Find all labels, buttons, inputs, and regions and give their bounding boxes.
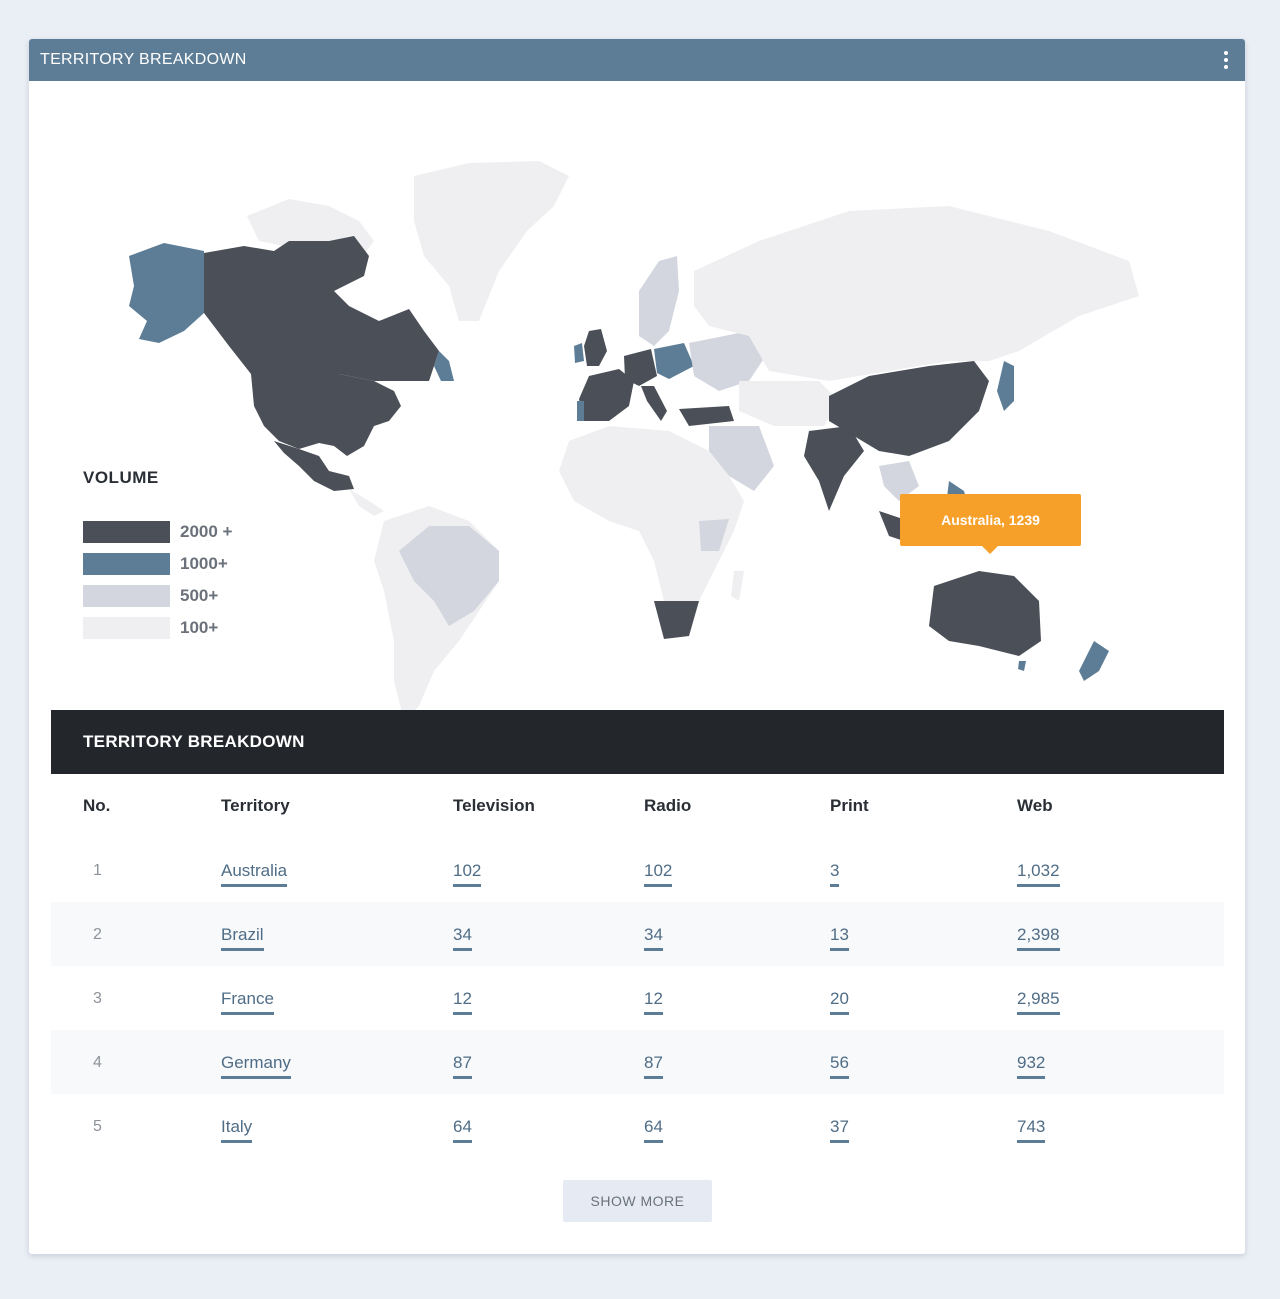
region-india [804,426,864,511]
television-link[interactable]: 102 [453,861,482,887]
television-link[interactable]: 64 [453,1117,472,1143]
column-header-radio: Radio [644,796,692,815]
show-more-button[interactable]: SHOW MORE [563,1180,712,1222]
legend-item: 500+ [83,580,232,612]
region-germany [624,349,657,386]
region-new-zealand [1079,641,1109,681]
region-ireland [574,343,584,363]
legend-label: 1000+ [180,554,228,573]
radio-link[interactable]: 64 [644,1117,663,1143]
print-link[interactable]: 56 [830,1053,849,1079]
region-japan [997,361,1014,411]
print-link[interactable]: 13 [830,925,849,951]
region-poland [654,343,694,379]
web-link[interactable]: 743 [1017,1117,1046,1143]
region-alaska [129,243,204,343]
legend-swatch [83,585,170,607]
legend-label: 2000 + [180,522,233,541]
television-link[interactable]: 87 [453,1053,472,1079]
territory-link[interactable]: Italy [221,1117,253,1143]
table-head-row: No. Territory Television Radio Print Web [51,774,1224,838]
region-turkey [679,406,734,426]
territory-link[interactable]: Brazil [221,925,264,951]
territory-breakdown-panel: TERRITORY BREAKDOWN VOLUME 2000 + 1000+ … [29,39,1245,1254]
web-link[interactable]: 2,985 [1017,989,1060,1015]
web-link[interactable]: 1,032 [1017,861,1060,887]
panel-header: TERRITORY BREAKDOWN [29,39,1245,81]
row-number: 5 [93,1118,102,1135]
region-australia [929,571,1041,656]
table-title: TERRITORY BREAKDOWN [83,732,305,751]
column-header-print: Print [830,796,869,815]
radio-link[interactable]: 12 [644,989,663,1015]
map-tooltip: Australia, 1239 [900,494,1081,554]
row-number: 1 [93,862,102,879]
web-link[interactable]: 2,398 [1017,925,1060,951]
web-link[interactable]: 932 [1017,1053,1046,1079]
kebab-menu-icon[interactable] [1218,48,1234,72]
territory-link[interactable]: Germany [221,1053,291,1079]
region-south-africa [654,601,699,639]
table-row: 4 Germany 87 87 56 932 [51,1030,1224,1094]
legend-swatch [83,553,170,575]
radio-link[interactable]: 34 [644,925,663,951]
territory-table: No. Territory Television Radio Print Web… [51,774,1224,1158]
region-canada [204,236,439,381]
row-number: 2 [93,926,102,943]
region-central-asia [739,381,839,426]
region-greenland [414,161,569,321]
tooltip-arrow [982,546,998,554]
legend-item: 2000 + [83,516,232,548]
legend-item: 100+ [83,612,232,644]
television-link[interactable]: 34 [453,925,472,951]
television-link[interactable]: 12 [453,989,472,1015]
territory-link[interactable]: Australia [221,861,288,887]
print-link[interactable]: 3 [830,861,840,887]
legend-label: 500+ [180,586,219,605]
column-header-web: Web [1017,796,1053,815]
radio-link[interactable]: 87 [644,1053,663,1079]
radio-link[interactable]: 102 [644,861,673,887]
region-russia [694,206,1139,381]
volume-legend: VOLUME 2000 + 1000+ 500+ 100+ [83,468,232,644]
table-row: 1 Australia 102 102 3 1,032 [51,838,1224,902]
region-madagascar [731,571,744,601]
table-row: 2 Brazil 34 34 13 2,398 [51,902,1224,966]
region-scandinavia [639,256,679,346]
print-link[interactable]: 37 [830,1117,849,1143]
region-tasmania [1018,661,1026,671]
legend-swatch [83,617,170,639]
column-header-no: No. [83,796,111,815]
region-usa [251,374,401,456]
row-number: 3 [93,990,102,1007]
tooltip-text: Australia, 1239 [941,512,1040,528]
print-link[interactable]: 20 [830,989,849,1015]
region-central-america [349,489,384,516]
column-header-territory: Territory [221,796,290,815]
panel-title: TERRITORY BREAKDOWN [40,51,247,68]
row-number: 4 [93,1054,102,1071]
territory-link[interactable]: France [221,989,274,1015]
column-header-television: Television [453,796,535,815]
table-row: 5 Italy 64 64 37 743 [51,1094,1224,1158]
table-header-bar: TERRITORY BREAKDOWN [51,710,1224,774]
region-italy [641,386,667,421]
legend-title: VOLUME [83,468,159,487]
region-portugal [577,401,584,421]
legend-item: 1000+ [83,548,232,580]
legend-label: 100+ [180,618,219,637]
world-map: VOLUME 2000 + 1000+ 500+ 100+ Australia,… [29,81,1245,711]
table-row: 3 France 12 12 20 2,985 [51,966,1224,1030]
legend-swatch [83,521,170,543]
region-uk [584,329,607,366]
